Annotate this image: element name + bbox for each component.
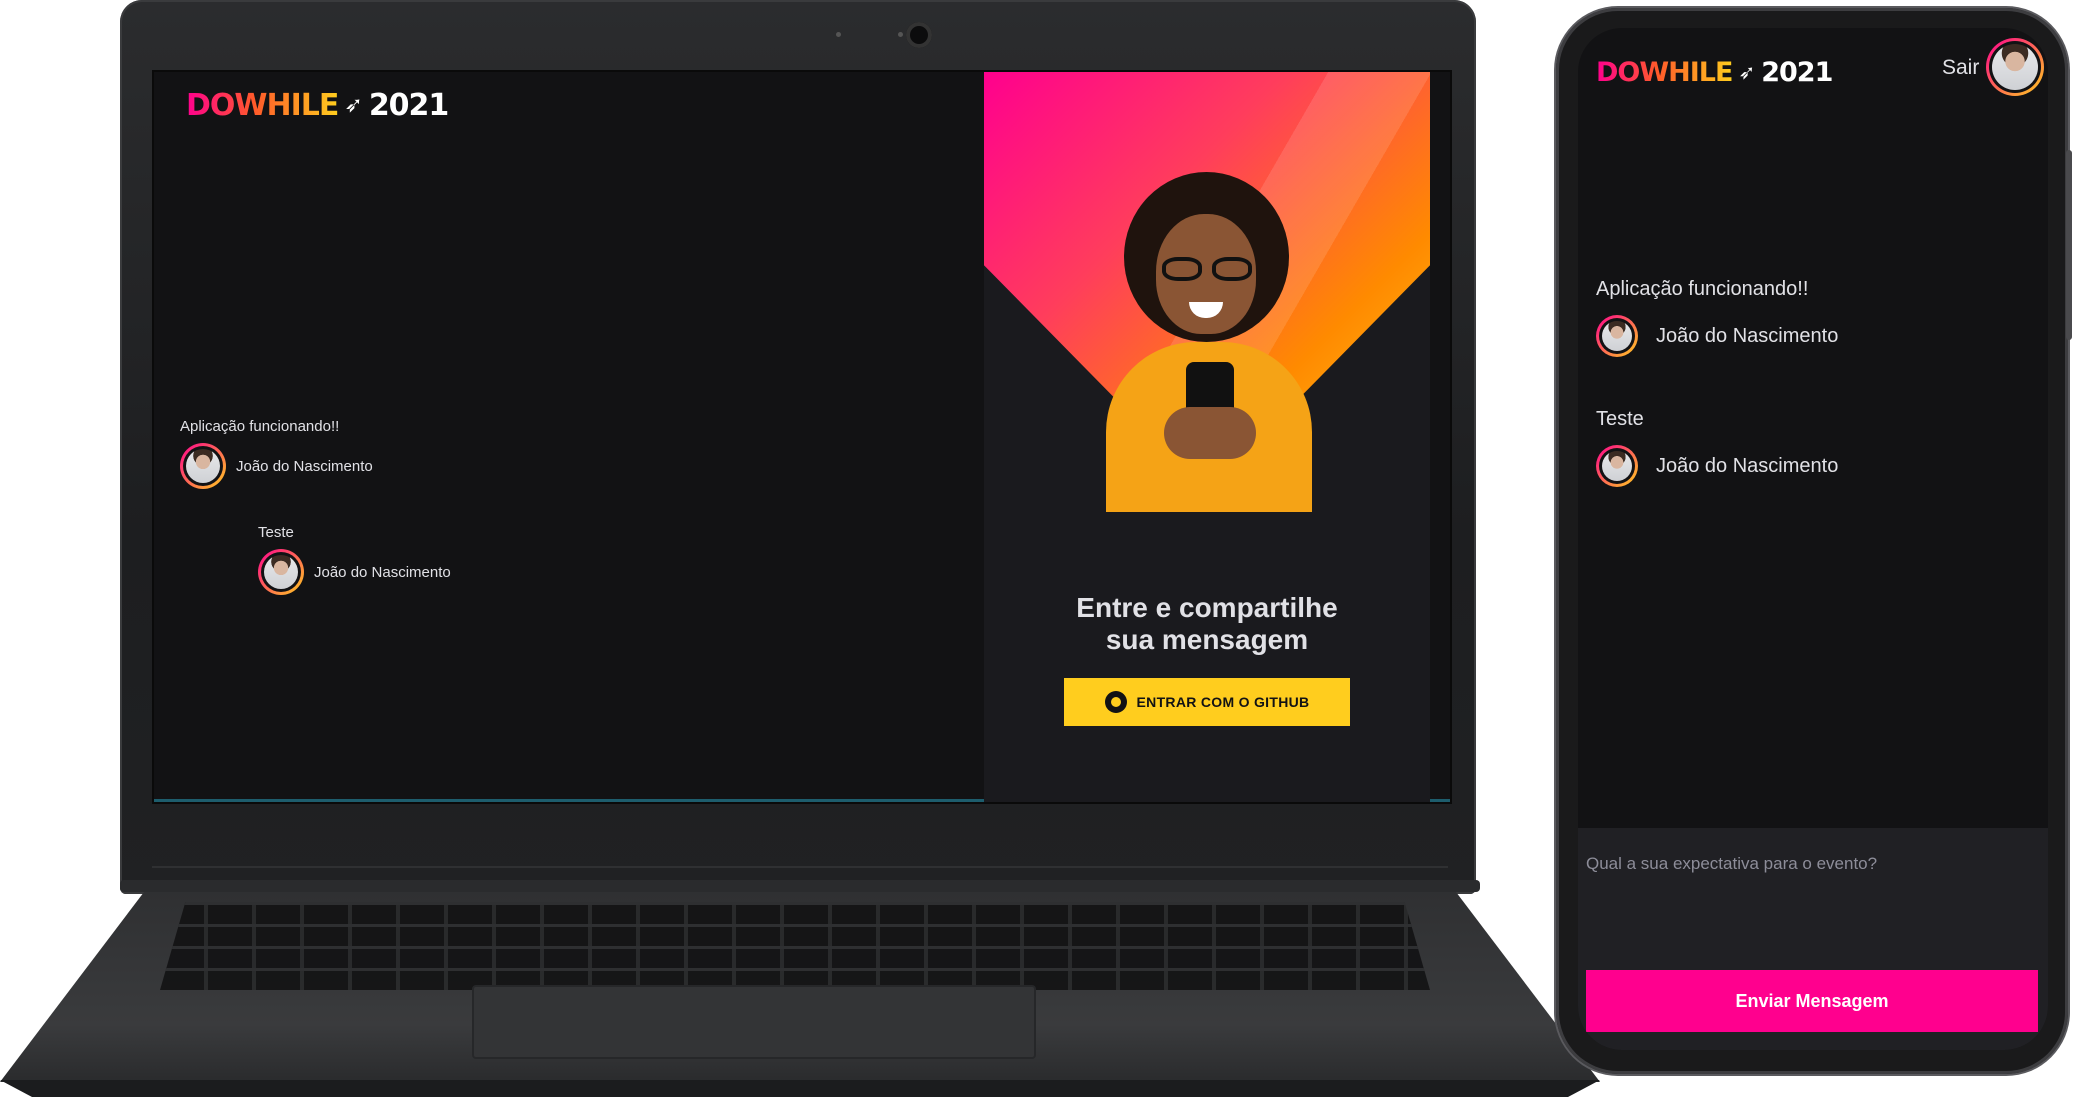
dowhile-logo: DOWHILE ➶ 2021 — [186, 87, 449, 123]
avatar — [180, 443, 226, 489]
send-message-button[interactable]: Enviar Mensagem — [1586, 970, 2038, 1032]
phone-side-button — [2066, 150, 2072, 340]
github-icon — [1104, 691, 1127, 713]
avatar — [258, 549, 304, 595]
touchpad — [472, 985, 1036, 1059]
message-author: João do Nascimento — [1596, 445, 1838, 487]
laptop-screen: DOWHILE ➶ 2021 Aplicação funcionando!! J… — [152, 70, 1452, 804]
logo-word: DOWHILE — [186, 87, 339, 123]
camera-indicator — [836, 32, 841, 37]
user-photo — [1602, 321, 1632, 351]
camera-sensor — [898, 32, 903, 37]
user-photo — [1602, 451, 1632, 481]
login-title: Entre e compartilhe sua mensagem — [984, 592, 1430, 656]
avatar — [1596, 445, 1638, 487]
message-text: Aplicação funcionando!! — [1596, 278, 1809, 300]
dowhile-logo: DOWHILE ➶ 2021 — [1596, 50, 1833, 94]
github-login-button[interactable]: ENTRAR COM O GITHUB — [1064, 678, 1350, 726]
user-avatar[interactable] — [1986, 38, 2044, 96]
message-form: Enviar Mensagem — [1578, 828, 2048, 1050]
message-author: João do Nascimento — [258, 549, 451, 595]
login-title-line: Entre e compartilhe — [1076, 592, 1338, 623]
message-author: João do Nascimento — [180, 443, 373, 489]
message-author: João do Nascimento — [1596, 315, 1838, 357]
phone-screen: DOWHILE ➶ 2021 Sair Aplicação funcionand… — [1578, 28, 2048, 1050]
hero-illustration — [1094, 172, 1324, 512]
logo-year: 2021 — [1761, 56, 1833, 88]
message-input[interactable] — [1578, 828, 2048, 958]
message-text: Teste — [1596, 408, 1644, 430]
message-text: Aplicação funcionando!! — [180, 418, 340, 435]
author-name: João do Nascimento — [1656, 324, 1839, 347]
user-photo — [264, 555, 298, 589]
laptop-base — [0, 880, 1600, 1097]
laptop-hinge-line — [152, 866, 1448, 868]
webcam — [906, 22, 932, 48]
author-name: João do Nascimento — [236, 457, 373, 475]
user-photo — [186, 449, 220, 483]
message-item: Aplicação funcionando!! João do Nascimen… — [180, 418, 373, 489]
rocket-icon: ➶ — [344, 92, 363, 117]
login-panel: Entre e compartilhe sua mensagem ENTRAR … — [984, 72, 1430, 802]
sign-out-button[interactable]: Sair — [1942, 56, 1979, 80]
logo-word: DOWHILE — [1596, 56, 1733, 88]
message-text: Teste — [258, 524, 294, 541]
message-item: Teste João do Nascimento — [1596, 408, 1838, 487]
logo-year: 2021 — [368, 87, 449, 123]
github-button-label: ENTRAR COM O GITHUB — [1136, 694, 1310, 710]
author-name: João do Nascimento — [1656, 454, 1839, 477]
user-photo — [1992, 44, 2038, 90]
rocket-icon: ➶ — [1738, 61, 1756, 84]
login-title-line: sua mensagem — [1105, 624, 1309, 655]
message-item: Teste João do Nascimento — [258, 524, 451, 595]
avatar — [1596, 315, 1638, 357]
message-item: Aplicação funcionando!! João do Nascimen… — [1596, 278, 1838, 357]
author-name: João do Nascimento — [314, 563, 451, 581]
